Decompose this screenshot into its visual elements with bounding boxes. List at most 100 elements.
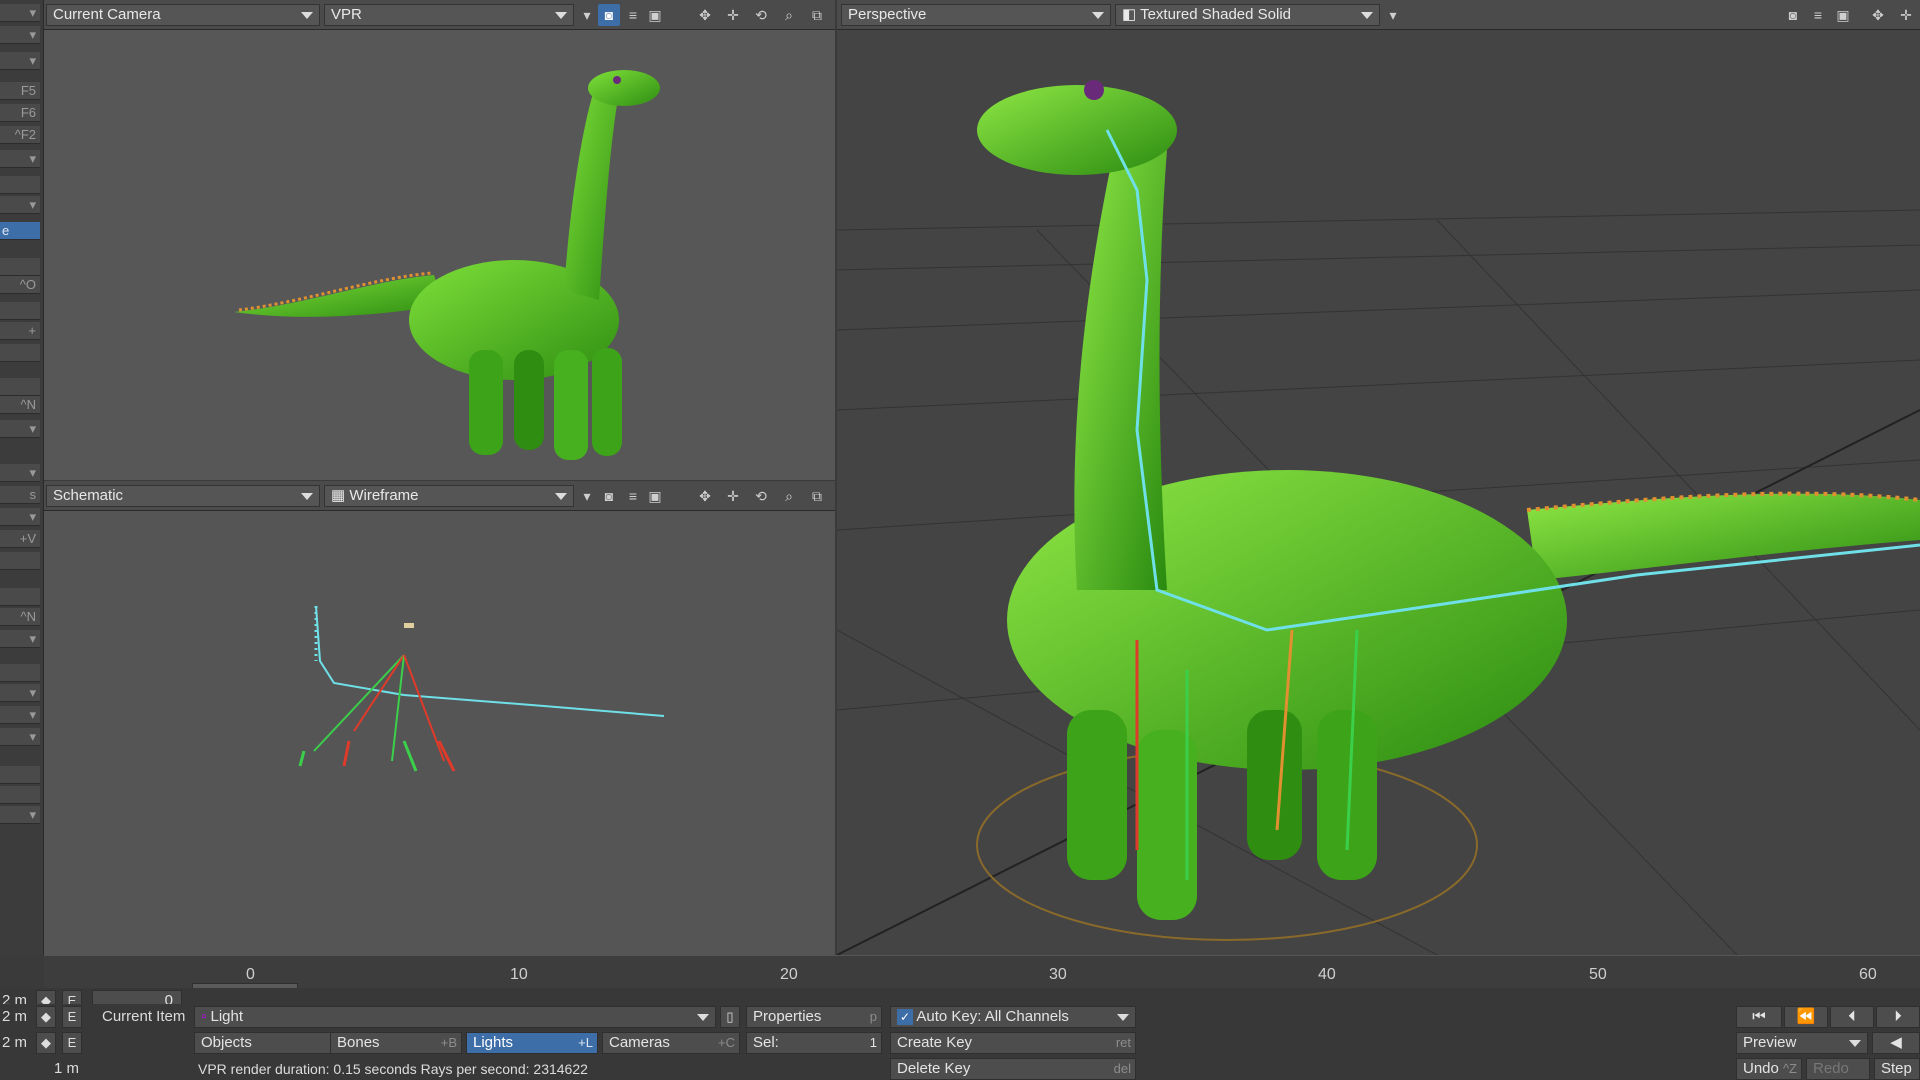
current-item-dropdown[interactable]: ▫ Light — [194, 1006, 716, 1028]
save-icon[interactable]: ▣ — [644, 4, 666, 26]
display-mode-label: Wireframe — [349, 487, 419, 504]
strip-shortcut[interactable]: ^F2 — [0, 126, 40, 144]
strip-item[interactable] — [0, 378, 40, 396]
chevron-down-icon[interactable]: ▾ — [576, 485, 598, 507]
strip-dropdown[interactable]: ▾ — [0, 728, 40, 746]
view-dropdown[interactable]: Schematic — [46, 485, 320, 507]
create-key-button[interactable]: Create Key ret — [890, 1032, 1136, 1054]
pan-icon[interactable]: ✛ — [1895, 4, 1917, 26]
strip-dropdown[interactable]: ▾ — [0, 26, 40, 44]
strip-item[interactable] — [0, 786, 40, 804]
list-icon[interactable]: ≡ — [622, 4, 644, 26]
grid-size: 2 m — [2, 1008, 28, 1025]
cameras-button[interactable]: Cameras +C — [602, 1032, 740, 1054]
strip-shortcut[interactable]: F6 — [0, 104, 40, 122]
move-icon[interactable]: ✥ — [1867, 4, 1889, 26]
strip-item[interactable] — [0, 258, 40, 276]
camera-dropdown[interactable]: Current Camera — [46, 4, 320, 26]
chevron-down-icon[interactable]: ▾ — [1382, 4, 1404, 26]
strip-dropdown[interactable]: ▾ — [0, 806, 40, 824]
properties-button[interactable]: Properties p — [746, 1006, 882, 1028]
step-button[interactable]: Step — [1874, 1058, 1920, 1080]
play-back-button[interactable]: ⏴ — [1830, 1006, 1874, 1028]
perspective-dropdown[interactable]: Perspective — [841, 4, 1111, 26]
rotate-icon[interactable]: ⟲ — [750, 485, 772, 507]
strip-selected-item[interactable]: e — [0, 222, 40, 240]
strip-shortcut[interactable]: ^O — [0, 276, 40, 294]
pan-icon[interactable]: ✛ — [722, 485, 744, 507]
strip-dropdown[interactable]: ▾ — [0, 420, 40, 438]
delete-key-button[interactable]: Delete Key del — [890, 1058, 1136, 1080]
undo-button[interactable]: Undo ^Z — [1736, 1058, 1802, 1080]
list-icon[interactable]: ≡ — [622, 485, 644, 507]
strip-dropdown[interactable]: ▾ — [0, 464, 40, 482]
camera-icon[interactable]: ◙ — [598, 4, 620, 26]
shading-mode-dropdown[interactable]: ◧ Textured Shaded Solid — [1115, 4, 1380, 26]
camera-icon[interactable]: ◙ — [598, 485, 620, 507]
maximize-icon[interactable]: ⧉ — [806, 4, 828, 26]
save-icon[interactable]: ▣ — [644, 485, 666, 507]
strip-shortcut[interactable]: ^N — [0, 396, 40, 414]
save-icon[interactable]: ▣ — [1832, 4, 1854, 26]
redo-button[interactable]: Redo — [1806, 1058, 1870, 1080]
chevron-down-icon[interactable]: ▾ — [576, 4, 598, 26]
bones-button[interactable]: Bones +B — [330, 1032, 462, 1054]
pan-icon[interactable]: ✛ — [722, 4, 744, 26]
strip-shortcut[interactable]: + — [0, 322, 40, 340]
strip-shortcut[interactable]: ^N — [0, 608, 40, 626]
panel-icon[interactable]: ▯ — [720, 1006, 740, 1028]
move-icon[interactable]: ✥ — [694, 485, 716, 507]
first-frame-button[interactable]: ⏮ — [1736, 1006, 1782, 1028]
preview-dropdown[interactable]: Preview — [1736, 1032, 1868, 1054]
strip-item[interactable] — [0, 176, 40, 194]
zoom-icon[interactable]: ⌕ — [778, 4, 800, 26]
lights-button[interactable]: Lights +L — [466, 1032, 598, 1054]
checkbox-checked-icon[interactable]: ✓ — [897, 1009, 913, 1025]
viewport-vpr[interactable] — [44, 30, 835, 480]
strip-item[interactable] — [0, 588, 40, 606]
strip-dropdown[interactable]: ▾ — [0, 684, 40, 702]
zoom-icon[interactable]: ⌕ — [778, 485, 800, 507]
strip-item[interactable] — [0, 344, 40, 362]
e-button[interactable]: E — [62, 1006, 82, 1028]
rotate-icon[interactable]: ⟲ — [750, 4, 772, 26]
strip-dropdown[interactable]: ▾ — [0, 52, 40, 70]
maximize-icon[interactable]: ⧉ — [806, 485, 828, 507]
viewport-bottom-left-toolbar: Schematic ▦ Wireframe ▾ ◙ ≡ ▣ ✥ ✛ ⟲ ⌕ ⧉ — [44, 481, 835, 511]
viewport-schematic[interactable] — [44, 511, 835, 955]
play-button[interactable]: ⏵ — [1876, 1006, 1920, 1028]
render-mode-dropdown[interactable]: VPR — [324, 4, 574, 26]
strip-dropdown[interactable]: ▾ — [0, 4, 40, 22]
strip-item[interactable] — [0, 552, 40, 570]
strip-dropdown[interactable]: ▾ — [0, 630, 40, 648]
arrows-icon[interactable]: ◆ — [36, 1032, 56, 1054]
strip-item[interactable] — [0, 766, 40, 784]
strip-shortcut[interactable]: +V — [0, 530, 40, 548]
timeline-tick-label: 30 — [1049, 966, 1067, 983]
prev-key-button[interactable]: ⏪ — [1784, 1006, 1828, 1028]
auto-key-dropdown[interactable]: ✓ Auto Key: All Channels — [890, 1006, 1136, 1028]
list-icon[interactable]: ≡ — [1807, 4, 1829, 26]
move-icon[interactable]: ✥ — [694, 4, 716, 26]
strip-shortcut[interactable]: F5 — [0, 82, 40, 100]
left-tool-strip: ▾ ▾ ▾ F5 F6 ^F2 ▾ ▾ e ^O + ^N ▾ ▾ s ▾ +V… — [0, 0, 44, 955]
strip-item[interactable] — [0, 302, 40, 320]
strip-dropdown[interactable]: ▾ — [0, 196, 40, 214]
strip-side-label[interactable]: s — [0, 486, 40, 504]
e-button[interactable]: E — [62, 1032, 82, 1054]
arrows-icon[interactable]: ◆ — [36, 1006, 56, 1028]
undo-shortcut: ^Z — [1782, 1061, 1797, 1076]
perspective-scene — [836, 80, 1920, 956]
camera-icon[interactable]: ◙ — [1782, 4, 1804, 26]
timeline-tick-label: 60 — [1859, 966, 1877, 983]
timeline-ruler[interactable]: 0 10 20 30 40 50 60 — [44, 955, 1920, 989]
timeline-tick-label: 0 — [246, 966, 255, 983]
strip-item[interactable] — [0, 664, 40, 682]
dinosaur-render — [234, 70, 660, 460]
viewport-perspective[interactable] — [836, 30, 1920, 956]
reverse-play-button[interactable]: ◀ — [1872, 1032, 1920, 1054]
strip-dropdown[interactable]: ▾ — [0, 150, 40, 168]
display-mode-dropdown[interactable]: ▦ Wireframe — [324, 485, 574, 507]
strip-dropdown[interactable]: ▾ — [0, 508, 40, 526]
strip-dropdown[interactable]: ▾ — [0, 706, 40, 724]
